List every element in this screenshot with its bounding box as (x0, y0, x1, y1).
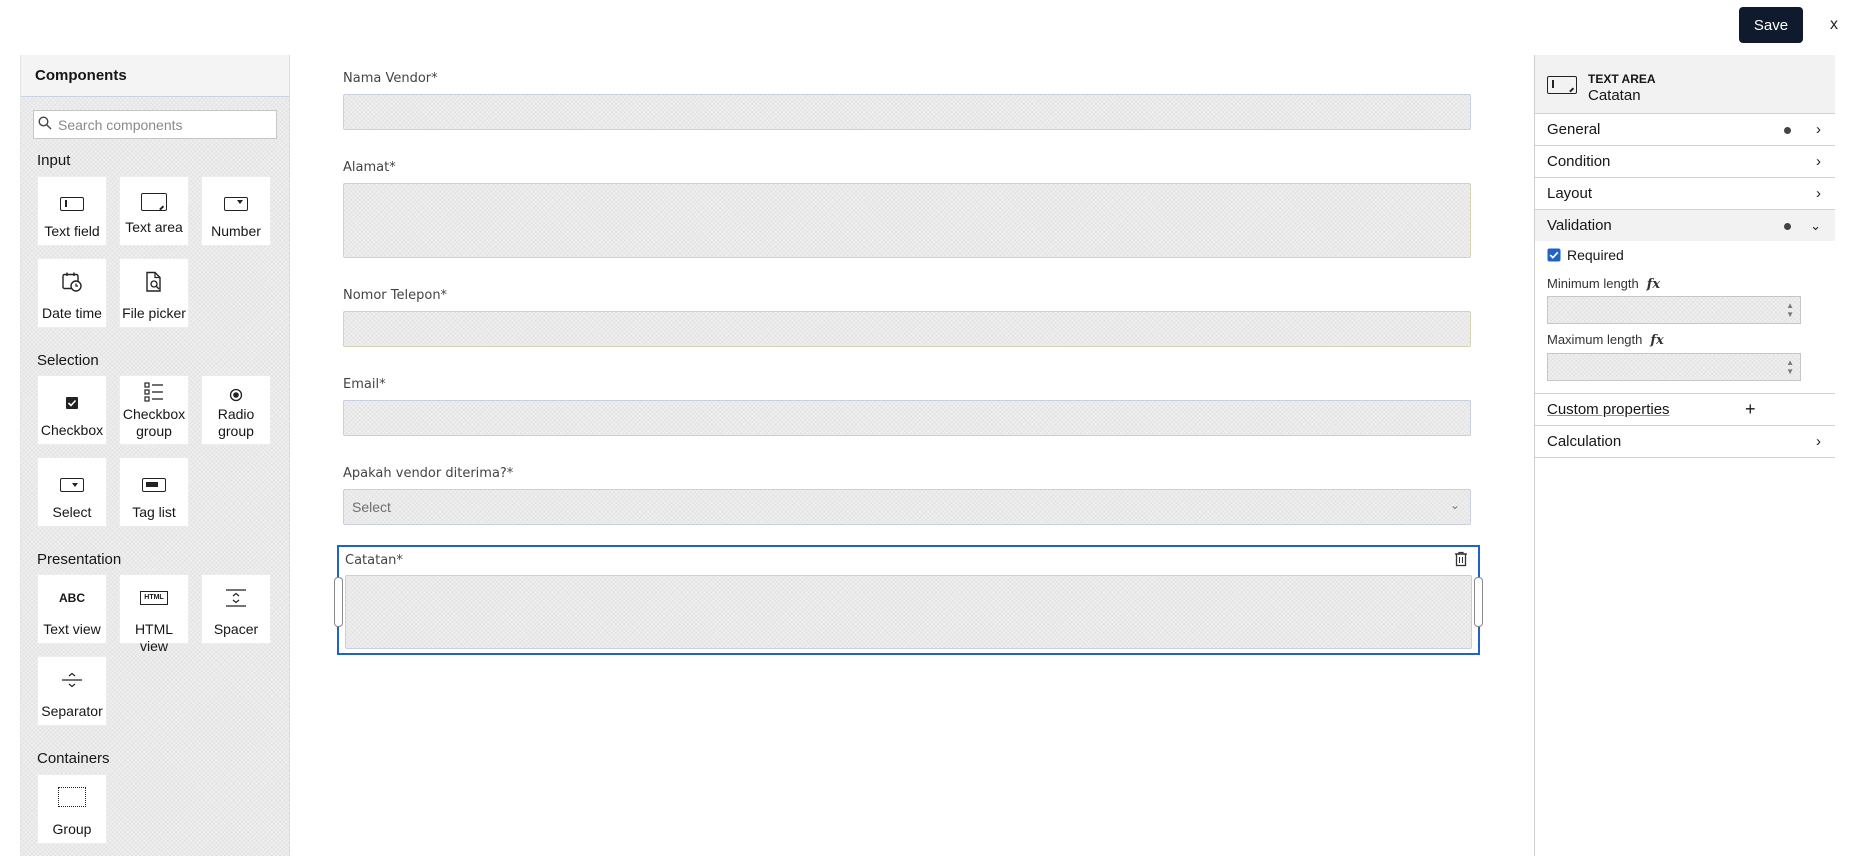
section-calculation[interactable]: Calculation › (1535, 426, 1835, 458)
chevron-right-icon: › (1816, 185, 1821, 202)
close-button[interactable]: x (1822, 12, 1846, 38)
properties-panel: TEXT AREA Catatan General › Condition › … (1534, 55, 1835, 856)
chevron-down-icon: ⌄ (1810, 218, 1821, 233)
field-label: Apakah vendor diterima?* (343, 466, 514, 481)
category-containers: Containers (37, 750, 110, 767)
list-checkbox-icon (120, 376, 188, 402)
spacer-icon (202, 575, 270, 607)
components-panel: Components Input Text field Text area Nu… (20, 55, 290, 856)
search-input[interactable] (56, 115, 276, 134)
component-checkbox-group[interactable]: Checkbox group (119, 375, 189, 445)
form-canvas: Nama Vendor* Alamat* Nomor Telepon* Emai… (290, 55, 1530, 856)
min-length-input[interactable]: ▲ ▼ (1547, 296, 1801, 324)
section-general[interactable]: General › (1535, 114, 1835, 146)
field-label: Nomor Telepon* (343, 288, 448, 303)
group-icon (38, 775, 106, 807)
select-icon (60, 478, 84, 492)
component-type: TEXT AREA (1588, 72, 1656, 86)
save-button[interactable]: Save (1739, 7, 1803, 43)
resize-handle-right[interactable] (1474, 577, 1483, 627)
chevron-right-icon: › (1816, 121, 1821, 138)
text-field[interactable] (343, 94, 1471, 130)
category-presentation: Presentation (37, 551, 122, 568)
file-search-icon (120, 259, 188, 293)
component-number[interactable]: Number (201, 176, 271, 246)
chevron-down-icon: ⌄ (1449, 498, 1460, 512)
component-group[interactable]: Group (37, 774, 107, 844)
text-view-icon: ABC (59, 591, 85, 605)
required-checkbox[interactable]: Required (1547, 247, 1624, 263)
field-label: Alamat* (343, 160, 396, 175)
number-icon (224, 197, 248, 211)
chevron-right-icon: › (1816, 433, 1821, 450)
component-tag-list[interactable]: Tag list (119, 457, 189, 527)
stepper-icon[interactable]: ▲ ▼ (1786, 301, 1794, 319)
max-length-input[interactable]: ▲ ▼ (1547, 353, 1801, 381)
section-layout[interactable]: Layout › (1535, 178, 1835, 210)
text-field-icon (60, 197, 84, 211)
selected-component[interactable]: Catatan* (334, 545, 1483, 655)
text-area[interactable] (343, 183, 1471, 258)
category-selection: Selection (37, 352, 99, 369)
components-title: Components (21, 55, 289, 97)
component-select[interactable]: Select (37, 457, 107, 527)
text-area[interactable] (345, 575, 1472, 649)
field-label: Catatan* (345, 553, 403, 568)
fx-icon[interactable]: fx (1650, 333, 1663, 348)
checkbox-icon (38, 376, 106, 410)
section-validation[interactable]: Validation ⌄ (1535, 210, 1835, 241)
component-file-picker[interactable]: File picker (119, 258, 189, 328)
stepper-icon[interactable]: ▲ ▼ (1786, 358, 1794, 376)
fx-icon[interactable]: fx (1647, 277, 1660, 292)
min-length-label: Minimum length fx (1547, 276, 1661, 292)
select-placeholder: Select (352, 499, 391, 515)
component-text-field[interactable]: Text field (37, 176, 107, 246)
text-field[interactable] (343, 311, 1471, 347)
category-input: Input (37, 152, 71, 169)
component-radio-group[interactable]: Radio group (201, 375, 271, 445)
component-checkbox[interactable]: Checkbox (37, 375, 107, 445)
modified-indicator (1784, 223, 1791, 230)
search-components[interactable] (33, 110, 277, 139)
html-view-icon: HTML (140, 591, 168, 605)
component-spacer[interactable]: Spacer (201, 574, 271, 644)
text-area-icon (141, 193, 167, 211)
calendar-clock-icon (38, 259, 106, 293)
checkbox-checked-icon (1547, 248, 1561, 262)
component-text-area[interactable]: Text area (119, 176, 189, 246)
trash-icon[interactable] (1454, 551, 1468, 572)
select-field[interactable]: Select ⌄ (343, 489, 1471, 525)
field-label: Email* (343, 377, 386, 392)
tag-list-icon (142, 478, 166, 492)
text-area-icon (1547, 76, 1577, 94)
chevron-right-icon: › (1816, 153, 1821, 170)
separator-icon (38, 657, 106, 689)
modified-indicator (1784, 127, 1791, 134)
component-name: Catatan (1588, 87, 1641, 104)
section-condition[interactable]: Condition › (1535, 146, 1835, 178)
properties-header: TEXT AREA Catatan (1535, 55, 1835, 114)
component-date-time[interactable]: Date time (37, 258, 107, 328)
component-html-view[interactable]: HTML HTML view (119, 574, 189, 654)
component-text-view[interactable]: ABC Text view (37, 574, 107, 644)
radio-icon (202, 376, 270, 402)
max-length-label: Maximum length fx (1547, 332, 1664, 348)
text-field[interactable] (343, 400, 1471, 436)
component-separator[interactable]: Separator (37, 656, 107, 726)
resize-handle-left[interactable] (334, 577, 343, 627)
validation-content: Required Minimum length fx ▲ ▼ Maximum len… (1535, 241, 1835, 394)
search-icon (34, 116, 56, 133)
plus-icon[interactable]: + (1745, 394, 1756, 425)
section-custom-properties[interactable]: Custom properties + (1535, 394, 1835, 426)
field-label: Nama Vendor* (343, 71, 438, 86)
